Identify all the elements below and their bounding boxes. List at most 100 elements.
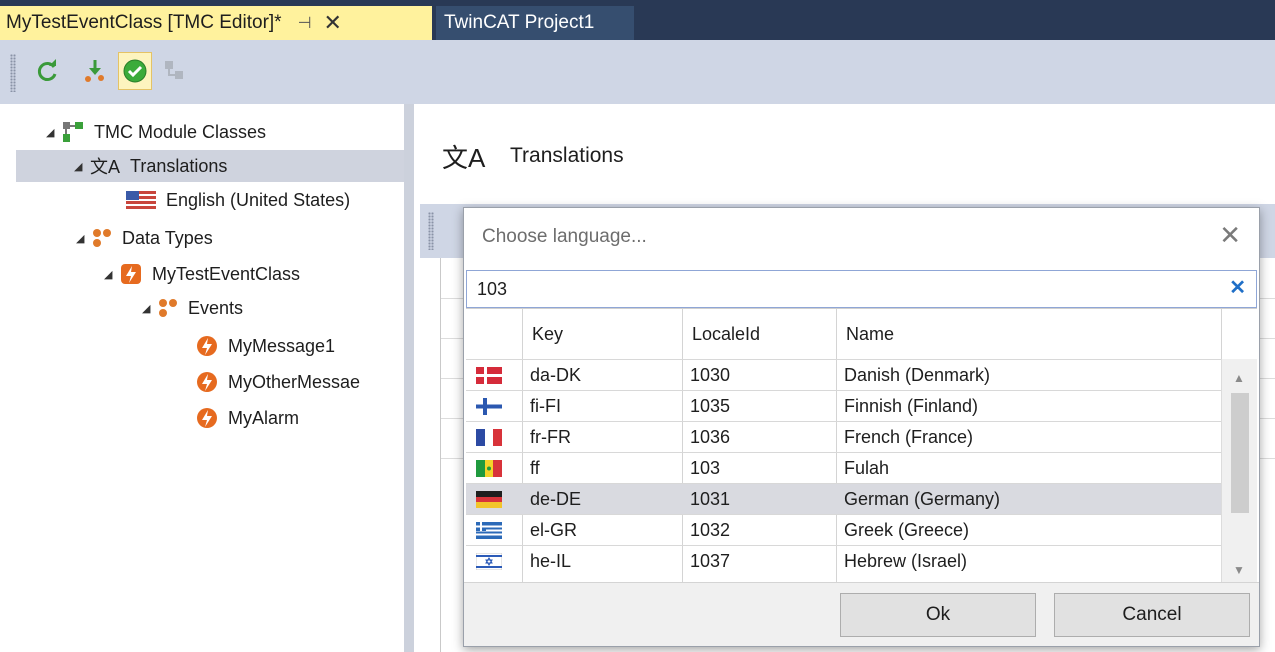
tab-twincat-project-label: TwinCAT Project1	[444, 12, 595, 33]
tree-label: MyAlarm	[228, 407, 299, 428]
cell-name: Fulah	[844, 458, 890, 478]
tab-twincat-project[interactable]: TwinCAT Project1	[436, 6, 634, 40]
tab-tmc-editor[interactable]: MyTestEventClass [TMC Editor]* ⊣ ✕	[0, 6, 432, 40]
pane-title: Translations	[510, 144, 624, 167]
scroll-up-icon[interactable]: ▲	[1233, 371, 1245, 385]
scroll-down-icon[interactable]: ▼	[1233, 563, 1245, 577]
tree-label: TMC Module Classes	[94, 121, 267, 142]
tree-item-mytesteventclass[interactable]: ◢ MyTestEventClass	[104, 258, 300, 290]
cell-key: fr-FR	[530, 427, 571, 447]
cell-localeid: 1035	[690, 396, 731, 416]
table-scrollbar[interactable]: ▲ ▼	[1221, 359, 1257, 583]
tree-item-tmc-module-classes[interactable]: ◢ TMC Module Classes	[46, 116, 266, 148]
table-row[interactable]: fi-FI 1035 Finnish (Finland)	[466, 390, 1221, 421]
module-classes-icon	[62, 121, 84, 143]
column-header-localeid[interactable]: LocaleId	[684, 309, 836, 359]
dialog-close-icon[interactable]: ✕	[1219, 220, 1241, 251]
refresh-icon	[37, 59, 57, 81]
collapse-arrow-icon[interactable]: ◢	[104, 268, 120, 281]
collapse-arrow-icon[interactable]: ◢	[76, 232, 92, 245]
disabled-node-button[interactable]	[158, 52, 192, 90]
collapse-arrow-icon[interactable]: ◢	[74, 160, 90, 173]
cell-localeid: 1032	[690, 520, 731, 540]
tree-item-myalarm[interactable]: MyAlarm	[196, 402, 299, 434]
toolbar-grip[interactable]	[10, 54, 16, 92]
cancel-button[interactable]: Cancel	[1054, 593, 1250, 637]
deploy-icon	[85, 60, 104, 82]
cell-localeid: 1037	[690, 551, 731, 571]
translate-icon: 文A	[90, 157, 121, 177]
search-value: 103	[477, 279, 508, 299]
event-class-icon	[120, 263, 142, 285]
cell-key: el-GR	[530, 520, 578, 540]
event-icon	[196, 407, 218, 429]
refresh-button[interactable]	[30, 52, 64, 90]
cell-name: French (France)	[844, 427, 974, 447]
germany-flag-icon	[476, 491, 502, 508]
panel-splitter[interactable]	[404, 104, 414, 652]
cell-name: German (Germany)	[844, 489, 1001, 509]
cell-localeid: 103	[690, 458, 721, 478]
document-tab-strip: MyTestEventClass [TMC Editor]* ⊣ ✕ TwinC…	[0, 0, 1275, 40]
table-row[interactable]: he-IL 1037 Hebrew (Israel)	[466, 545, 1221, 576]
data-types-icon	[92, 228, 112, 248]
cell-key: fi-FI	[530, 396, 561, 416]
cell-name: Finnish (Finland)	[844, 396, 979, 416]
close-tab-icon[interactable]: ✕	[324, 12, 342, 34]
tree-label: MyOtherMessae	[228, 371, 361, 392]
tree-item-mymessage1[interactable]: MyMessage1	[196, 330, 335, 362]
column-header-key[interactable]: Key	[524, 309, 682, 359]
tree-label: Events	[188, 297, 244, 318]
cell-localeid: 1036	[690, 427, 731, 447]
column-header-name[interactable]: Name	[838, 309, 1221, 359]
choose-language-dialog: Choose language... ✕ 103 ✕ Key LocaleId …	[463, 207, 1260, 647]
tree-item-data-types[interactable]: ◢ Data Types	[76, 222, 213, 254]
cell-name: Greek (Greece)	[844, 520, 970, 540]
collapse-arrow-icon[interactable]: ◢	[46, 126, 62, 139]
cell-key: ff	[530, 458, 540, 478]
table-row-selected[interactable]: de-DE 1031 German (Germany)	[466, 483, 1221, 514]
translate-large-icon: 文A	[442, 143, 486, 173]
pin-icon[interactable]: ⊣	[298, 13, 312, 33]
check-button[interactable]	[118, 52, 152, 90]
denmark-flag-icon	[476, 367, 502, 384]
table-row[interactable]: el-GR 1032 Greek (Greece)	[466, 514, 1221, 545]
editor-toolbar	[0, 40, 1275, 104]
pane-toolbar-grip[interactable]	[428, 212, 434, 250]
table-row[interactable]: fr-FR 1036 French (France)	[466, 421, 1221, 452]
cell-name: Danish (Denmark)	[844, 365, 991, 385]
clear-search-icon[interactable]: ✕	[1229, 275, 1246, 300]
language-search-input[interactable]: 103 ✕	[466, 270, 1257, 308]
cell-localeid: 1030	[690, 365, 731, 385]
israel-flag-icon	[476, 553, 502, 570]
us-flag-icon	[126, 191, 156, 209]
check-icon	[123, 59, 147, 83]
disabled-node-icon	[165, 61, 183, 79]
tree-label: Translations	[130, 155, 228, 176]
cell-name: Hebrew (Israel)	[844, 551, 968, 571]
table-row[interactable]: ff 103 Fulah	[466, 452, 1221, 483]
language-table: Key LocaleId Name da-DK 1030 Danish (Den…	[466, 308, 1257, 583]
tree-label: English (United States)	[166, 189, 351, 210]
scroll-thumb[interactable]	[1231, 393, 1249, 513]
cell-localeid: 1031	[690, 489, 731, 509]
event-icon	[196, 371, 218, 393]
tree-label: MyMessage1	[228, 335, 336, 356]
collapse-arrow-icon[interactable]: ◢	[142, 302, 158, 315]
greece-flag-icon	[476, 522, 502, 539]
tree-label: Data Types	[122, 227, 213, 248]
tree-item-translations[interactable]: ◢ 文A Translations	[16, 150, 404, 182]
tree-item-english-us[interactable]: English (United States)	[126, 184, 350, 216]
senegal-flag-icon	[476, 460, 502, 477]
tree-item-myothermessae[interactable]: MyOtherMessae	[196, 366, 360, 398]
tree-item-events[interactable]: ◢ Events	[142, 292, 243, 324]
table-row[interactable]: da-DK 1030 Danish (Denmark)	[466, 359, 1221, 390]
tab-tmc-editor-label: MyTestEventClass [TMC Editor]*	[6, 12, 282, 33]
event-icon	[196, 335, 218, 357]
france-flag-icon	[476, 429, 502, 446]
cell-key: de-DE	[530, 489, 582, 509]
ok-button[interactable]: Ok	[840, 593, 1036, 637]
tmc-tree-view: ◢ TMC Module Classes ◢ 文A Translations E…	[0, 104, 404, 652]
dialog-title: Choose language...	[482, 226, 647, 247]
deploy-button[interactable]	[78, 52, 112, 90]
